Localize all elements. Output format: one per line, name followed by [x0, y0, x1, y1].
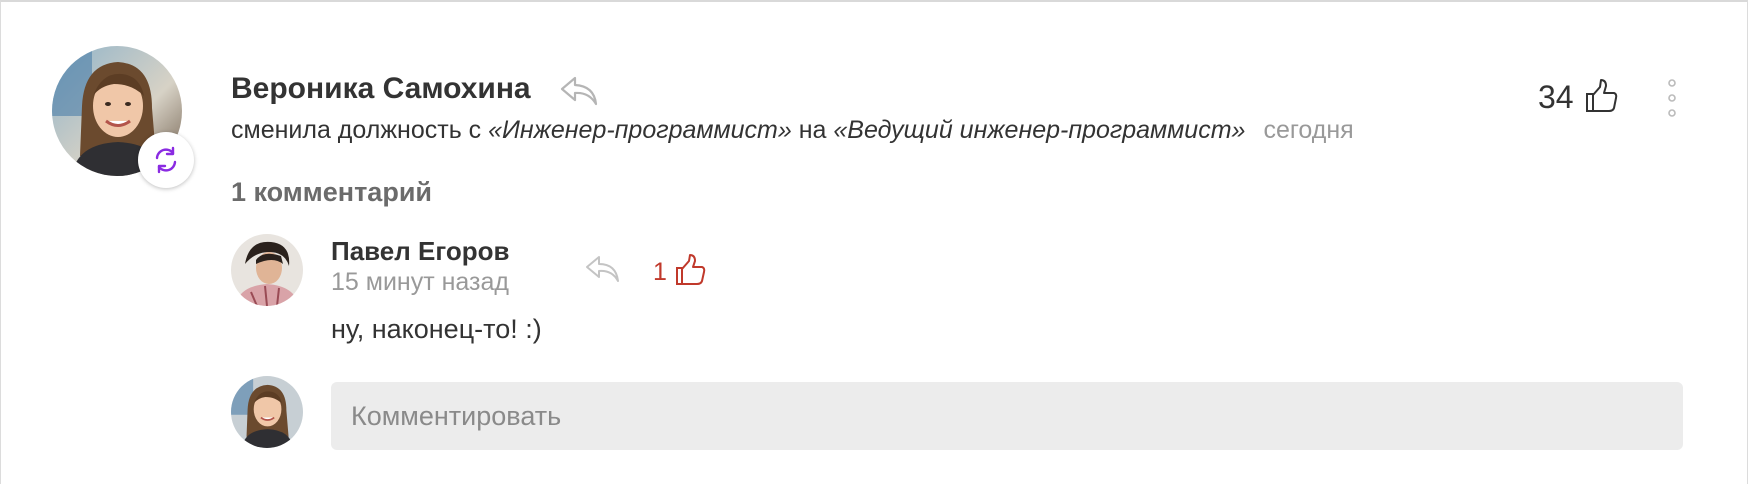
post-likes-count[interactable]: 34: [1538, 79, 1574, 116]
thumbs-up-icon[interactable]: [1583, 78, 1619, 114]
comment-time: 15 минут назад: [331, 268, 509, 296]
comment-likes-count[interactable]: 1: [653, 258, 667, 287]
comment-input[interactable]: [331, 382, 1683, 450]
comment-author-link[interactable]: Павел Егоров: [331, 236, 509, 267]
thumbs-up-icon[interactable]: [673, 253, 707, 287]
commenter-avatar[interactable]: [231, 234, 303, 306]
comments-count[interactable]: 1 комментарий: [231, 177, 432, 208]
current-user-avatar: [231, 376, 303, 448]
comment-text: ну, наконец-то! :): [331, 314, 542, 344]
post-time: сегодня: [1263, 116, 1354, 144]
reply-icon[interactable]: [585, 254, 621, 284]
event-middle: на: [791, 116, 834, 144]
refresh-icon: [155, 146, 177, 174]
author-name-link[interactable]: Вероника Самохина: [231, 72, 531, 106]
new-position: «Ведущий инженер-программист»: [833, 116, 1246, 144]
old-position: «Инженер-программист»: [488, 116, 792, 144]
event-prefix: сменила должность с: [231, 116, 489, 144]
event-description: сменила должность с «Инженер-программист…: [231, 116, 1354, 145]
feed-post-card: Вероника Самохина сменила должность с «И…: [0, 0, 1748, 484]
more-options-icon[interactable]: [1666, 78, 1678, 118]
job-change-badge: [138, 132, 194, 188]
reply-icon[interactable]: [559, 74, 599, 108]
